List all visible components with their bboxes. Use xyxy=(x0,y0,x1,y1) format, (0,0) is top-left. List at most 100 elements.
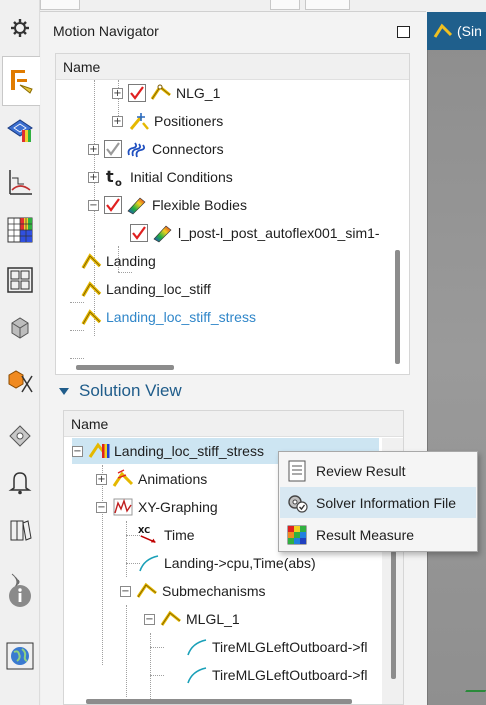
tree-item-landing-loc-stiff-stress[interactable]: Landing_loc_stiff_stress xyxy=(80,304,256,330)
top-strip-segment[interactable] xyxy=(305,0,350,10)
bell-icon[interactable] xyxy=(4,466,36,498)
spring-icon xyxy=(126,138,148,160)
expand-toggle[interactable]: + xyxy=(88,171,99,183)
tree-guide xyxy=(126,521,127,577)
top-strip-segment[interactable] xyxy=(40,0,80,10)
vertical-scrollbar[interactable] xyxy=(395,250,400,364)
color-grid-icon[interactable] xyxy=(4,214,36,246)
tree-item-label: l_post-l_post_autoflex001_sim1- xyxy=(178,225,380,241)
visibility-checkbox[interactable] xyxy=(104,196,122,214)
solution-view-header[interactable]: Solution View xyxy=(59,381,182,401)
tree-item-flex-body-file[interactable]: l_post-l_post_autoflex001_sim1- xyxy=(130,220,380,246)
svg-text:XC: XC xyxy=(138,525,150,535)
menu-item-review-result[interactable]: Review Result xyxy=(280,455,476,486)
tree-item-initial-conditions[interactable]: + to Initial Conditions xyxy=(88,164,233,190)
book-icon[interactable] xyxy=(4,514,36,546)
tree-guide xyxy=(94,80,95,246)
tree-item-label: Positioners xyxy=(154,113,224,129)
collapse-toggle[interactable]: − xyxy=(120,585,131,597)
expand-toggle[interactable]: + xyxy=(112,115,123,127)
motion-navigator-icon[interactable] xyxy=(2,56,40,106)
globe-icon[interactable] xyxy=(4,640,36,672)
tree-item-landing-loc-stiff[interactable]: Landing_loc_stiff xyxy=(80,276,211,302)
mechanism-icon xyxy=(136,580,158,602)
svg-text:t: t xyxy=(106,167,114,186)
horizontal-scrollbar[interactable] xyxy=(76,365,174,370)
vertical-scrollbar[interactable] xyxy=(391,551,396,679)
tree-item-tire-outboard-2[interactable]: TireMLGLeftOutboard->fl xyxy=(186,662,368,688)
xy-graph-icon[interactable] xyxy=(4,166,36,198)
curve-icon xyxy=(138,552,160,574)
graphics-tab[interactable]: (Sin xyxy=(427,12,486,50)
expand-toggle[interactable]: + xyxy=(88,143,99,155)
collapse-triangle-icon[interactable] xyxy=(59,387,69,395)
xc-axis-icon: XC xyxy=(138,524,160,546)
layout-grid-icon[interactable] xyxy=(4,264,36,296)
menu-item-result-measure[interactable]: Result Measure xyxy=(280,519,476,550)
column-header-name[interactable]: Name xyxy=(64,411,403,437)
horizontal-scrollbar[interactable] xyxy=(86,699,352,704)
tree-item-animations[interactable]: + Animations xyxy=(96,466,207,492)
collapse-toggle[interactable]: − xyxy=(88,199,99,211)
tree-guide xyxy=(70,358,84,359)
tree-item-landing-cpu-time[interactable]: Landing->cpu,Time(abs) xyxy=(138,550,316,576)
bracket-icon[interactable] xyxy=(4,418,36,450)
tree-item-label: Landing->cpu,Time(abs) xyxy=(164,555,316,571)
tree-item-label: Animations xyxy=(138,471,208,487)
expand-toggle[interactable]: + xyxy=(112,87,123,99)
tree-item-connectors[interactable]: + Connectors xyxy=(88,136,224,162)
curve-icon xyxy=(186,664,208,686)
tree-item-nlg-1[interactable]: + NLG_1 xyxy=(112,80,220,106)
coordinate-axis xyxy=(461,690,486,698)
graphics-tab-label: (Sin xyxy=(457,23,482,39)
tree-item-label: MLGL_1 xyxy=(186,611,240,627)
tree-item-mlgl-1[interactable]: − MLGL_1 xyxy=(144,606,240,632)
cube-constraint-icon[interactable] xyxy=(4,364,36,396)
gear-icon[interactable] xyxy=(4,12,36,44)
visibility-checkbox[interactable] xyxy=(104,140,122,158)
maximize-icon[interactable] xyxy=(397,26,410,38)
tree-item-label: Initial Conditions xyxy=(130,169,233,185)
cube-icon[interactable] xyxy=(4,312,36,344)
graphics-canvas[interactable] xyxy=(427,50,486,705)
column-header-name[interactable]: Name xyxy=(56,54,409,80)
tree-item-xy-graphing[interactable]: − XY-Graphing xyxy=(96,494,218,520)
tree-item-label: Flexible Bodies xyxy=(152,197,247,213)
expand-toggle[interactable]: + xyxy=(96,473,107,485)
tree-item-landing[interactable]: Landing xyxy=(80,248,156,274)
solution-icon xyxy=(80,250,102,272)
svg-text:o: o xyxy=(115,178,122,187)
tree-guide xyxy=(150,647,164,648)
tree-guide xyxy=(150,633,151,703)
tree-item-label: XY-Graphing xyxy=(138,499,218,515)
mesh-results-icon[interactable] xyxy=(4,114,36,146)
visibility-checkbox[interactable] xyxy=(130,224,148,242)
menu-item-solver-information-file[interactable]: Solver Information File xyxy=(280,487,476,518)
tree-item-label: Time xyxy=(164,527,195,543)
info-icon[interactable] xyxy=(4,580,36,612)
tree-item-flexible-bodies[interactable]: − Flexible Bodies xyxy=(88,192,247,218)
tree-item-submechanisms[interactable]: − Submechanisms xyxy=(120,578,266,604)
results-icon xyxy=(88,440,110,462)
app-root: Motion Navigator Name + NLG_1 + Position… xyxy=(0,0,486,705)
tree-item-tire-outboard-1[interactable]: TireMLGLeftOutboard->fl xyxy=(186,634,368,660)
collapse-toggle[interactable]: − xyxy=(96,501,107,513)
navigator-panel: Motion Navigator Name + NLG_1 + Position… xyxy=(41,12,427,705)
graphics-window[interactable]: (Sin xyxy=(427,12,486,705)
positioner-icon xyxy=(128,110,150,132)
visibility-checkbox[interactable] xyxy=(128,84,146,102)
mechanism-icon xyxy=(433,23,453,38)
collapse-toggle[interactable]: − xyxy=(72,445,83,457)
flexible-body-icon xyxy=(152,222,174,244)
top-strip xyxy=(40,0,426,12)
tree-item-time[interactable]: XC Time xyxy=(138,522,195,548)
tree-item-positioners[interactable]: + Positioners xyxy=(112,108,223,134)
solution-icon xyxy=(80,278,102,300)
collapse-toggle[interactable]: − xyxy=(144,613,155,625)
result-measure-icon xyxy=(284,523,310,547)
top-strip-segment[interactable] xyxy=(270,0,300,10)
tree-item-label: Landing_loc_stiff xyxy=(106,281,211,297)
initial-conditions-icon: to xyxy=(104,166,126,188)
motion-navigator-tree[interactable]: Name + NLG_1 + Positioners + Connectors … xyxy=(55,53,410,375)
xy-graph-icon xyxy=(112,496,134,518)
